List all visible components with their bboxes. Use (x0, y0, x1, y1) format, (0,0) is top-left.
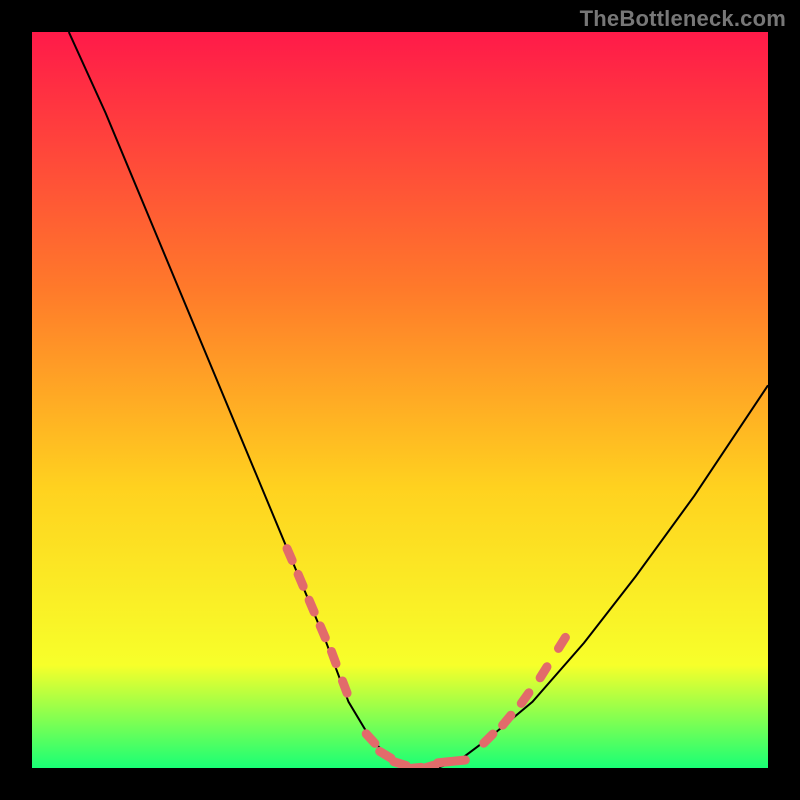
highlight-dash (559, 637, 566, 648)
chart-frame: TheBottleneck.com (0, 0, 800, 800)
highlight-dash (521, 693, 529, 704)
bottleneck-curve-chart (32, 32, 768, 768)
plot-area (32, 32, 768, 768)
highlight-dash (309, 600, 314, 612)
highlight-dash (452, 760, 465, 761)
highlight-dash (423, 765, 436, 768)
watermark-text: TheBottleneck.com (580, 6, 786, 32)
highlight-dash (503, 715, 511, 725)
highlight-dash (394, 762, 406, 766)
highlight-dash (540, 667, 547, 678)
highlight-dash (380, 751, 391, 758)
gradient-background (32, 32, 768, 768)
highlight-dash (320, 626, 325, 638)
highlight-dash (287, 549, 292, 561)
highlight-dash (332, 652, 337, 664)
highlight-dash (343, 681, 348, 693)
highlight-dash (298, 574, 303, 586)
